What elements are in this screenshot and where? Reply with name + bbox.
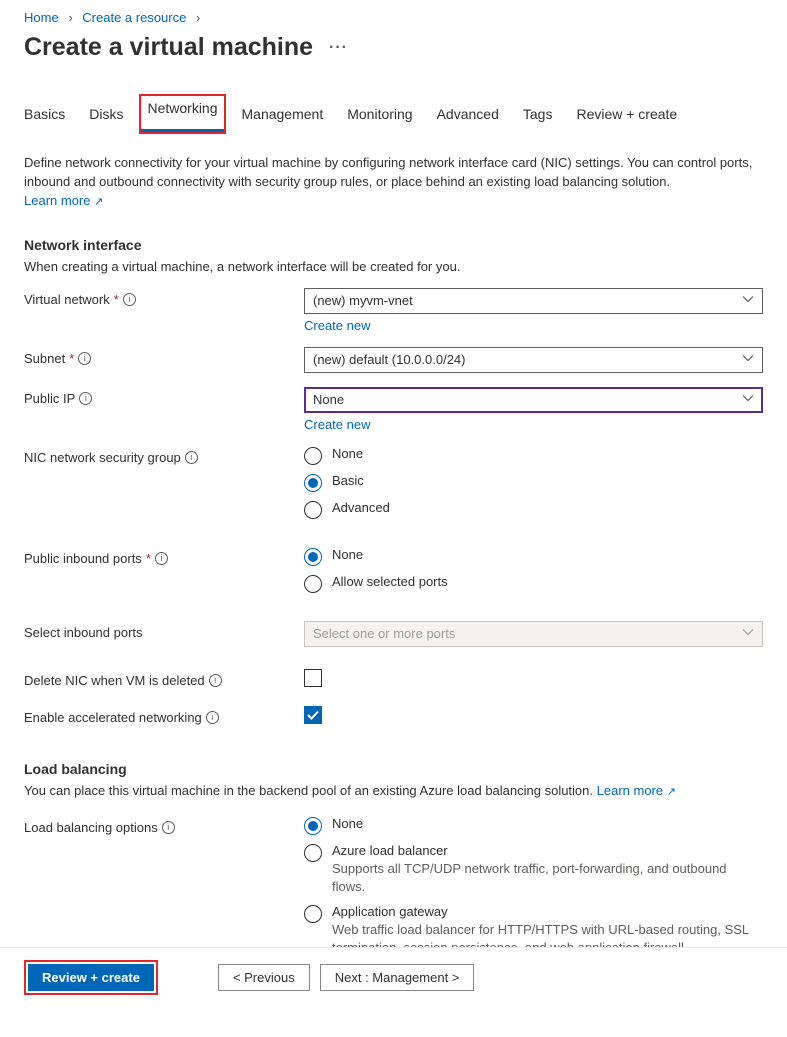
public-ip-value: None — [313, 392, 344, 407]
tab-management[interactable]: Management — [242, 100, 324, 132]
radio-icon — [304, 844, 322, 862]
previous-button[interactable]: < Previous — [218, 964, 310, 991]
info-icon[interactable]: i — [155, 552, 168, 565]
info-icon[interactable]: i — [209, 674, 222, 687]
subnet-value: (new) default (10.0.0.0/24) — [313, 352, 465, 367]
chevron-down-icon — [742, 352, 754, 367]
nsg-radio-advanced[interactable]: Advanced — [304, 500, 763, 519]
public-ip-create-new-link[interactable]: Create new — [304, 417, 370, 432]
lb-options-label: Load balancing options i — [24, 816, 304, 835]
info-icon[interactable]: i — [185, 451, 198, 464]
nsg-label: NIC network security group i — [24, 446, 304, 465]
radio-label: None — [332, 547, 363, 562]
info-icon[interactable]: i — [78, 352, 91, 365]
intro-paragraph: Define network connectivity for your vir… — [24, 155, 752, 189]
inbound-radio-allow[interactable]: Allow selected ports — [304, 574, 763, 593]
lb-radio-none[interactable]: None — [304, 816, 763, 835]
external-link-icon: ↗ — [667, 786, 676, 798]
network-interface-heading: Network interface — [24, 237, 763, 253]
footer-actions: Review + create < Previous Next : Manage… — [0, 947, 787, 1007]
nsg-radio-basic[interactable]: Basic — [304, 473, 763, 492]
radio-icon — [304, 474, 322, 492]
public-ip-label: Public IP i — [24, 387, 304, 406]
intro-learn-more-link[interactable]: Learn more ↗ — [24, 193, 103, 208]
info-icon[interactable]: i — [123, 293, 136, 306]
radio-icon — [304, 548, 322, 566]
intro-text: Define network connectivity for your vir… — [24, 154, 763, 211]
breadcrumb-create-resource[interactable]: Create a resource — [82, 10, 186, 25]
subnet-select[interactable]: (new) default (10.0.0.0/24) — [304, 347, 763, 373]
checkmark-icon — [306, 708, 320, 722]
tab-disks[interactable]: Disks — [89, 100, 123, 132]
tab-review-create[interactable]: Review + create — [576, 100, 677, 132]
public-ip-select[interactable]: None — [304, 387, 763, 413]
chevron-right-icon: › — [196, 10, 200, 25]
radio-label: Advanced — [332, 500, 390, 515]
next-button[interactable]: Next : Management > — [320, 964, 475, 991]
page-title-text: Create a virtual machine — [24, 33, 313, 62]
load-balancing-heading: Load balancing — [24, 761, 763, 777]
tab-advanced[interactable]: Advanced — [437, 100, 499, 132]
chevron-right-icon: › — [68, 10, 72, 25]
virtual-network-label: Virtual network * i — [24, 288, 304, 307]
inbound-ports-label: Public inbound ports * i — [24, 547, 304, 566]
network-interface-desc: When creating a virtual machine, a netwo… — [24, 259, 763, 274]
learn-more-label: Learn more — [24, 193, 90, 208]
breadcrumb-home[interactable]: Home — [24, 10, 59, 25]
tab-basics[interactable]: Basics — [24, 100, 65, 132]
virtual-network-value: (new) myvm-vnet — [313, 293, 413, 308]
tab-tags[interactable]: Tags — [523, 100, 553, 132]
radio-label: Allow selected ports — [332, 574, 448, 589]
delete-nic-label: Delete NIC when VM is deleted i — [24, 669, 304, 688]
external-link-icon: ↗ — [94, 196, 103, 208]
subnet-label: Subnet * i — [24, 347, 304, 366]
radio-label: Azure load balancer — [332, 843, 763, 858]
review-create-highlight: Review + create — [24, 960, 158, 995]
radio-icon — [304, 501, 322, 519]
accel-net-label: Enable accelerated networking i — [24, 706, 304, 725]
review-create-button[interactable]: Review + create — [28, 964, 154, 991]
radio-label: Application gateway — [332, 904, 763, 919]
info-icon[interactable]: i — [206, 711, 219, 724]
inbound-radio-none[interactable]: None — [304, 547, 763, 566]
page-title: Create a virtual machine ··· — [24, 33, 763, 62]
chevron-down-icon — [742, 293, 754, 308]
info-icon[interactable]: i — [79, 392, 92, 405]
radio-label: Basic — [332, 473, 364, 488]
radio-desc: Supports all TCP/UDP network traffic, po… — [332, 860, 763, 896]
tab-monitoring[interactable]: Monitoring — [347, 100, 412, 132]
delete-nic-checkbox[interactable] — [304, 669, 322, 687]
tab-networking[interactable]: Networking — [139, 94, 225, 134]
radio-label: None — [332, 446, 363, 461]
radio-label: None — [332, 816, 363, 831]
select-inbound-placeholder: Select one or more ports — [313, 626, 455, 641]
chevron-down-icon — [742, 392, 754, 407]
radio-icon — [304, 905, 322, 923]
tabs: Basics Disks Networking Management Monit… — [24, 100, 763, 132]
radio-icon — [304, 817, 322, 835]
breadcrumb: Home › Create a resource › — [24, 0, 763, 25]
select-inbound-select: Select one or more ports — [304, 621, 763, 647]
virtual-network-create-new-link[interactable]: Create new — [304, 318, 370, 333]
accel-net-checkbox[interactable] — [304, 706, 322, 724]
nsg-radio-none[interactable]: None — [304, 446, 763, 465]
load-balancing-desc: You can place this virtual machine in th… — [24, 783, 763, 798]
radio-icon — [304, 447, 322, 465]
virtual-network-select[interactable]: (new) myvm-vnet — [304, 288, 763, 314]
more-menu-icon[interactable]: ··· — [329, 39, 348, 57]
learn-more-label: Learn more — [597, 783, 663, 798]
chevron-down-icon — [742, 626, 754, 641]
radio-icon — [304, 575, 322, 593]
info-icon[interactable]: i — [162, 821, 175, 834]
lb-learn-more-link[interactable]: Learn more ↗ — [597, 783, 676, 798]
select-inbound-label: Select inbound ports — [24, 621, 304, 640]
lb-radio-alb[interactable]: Azure load balancer Supports all TCP/UDP… — [304, 843, 763, 896]
